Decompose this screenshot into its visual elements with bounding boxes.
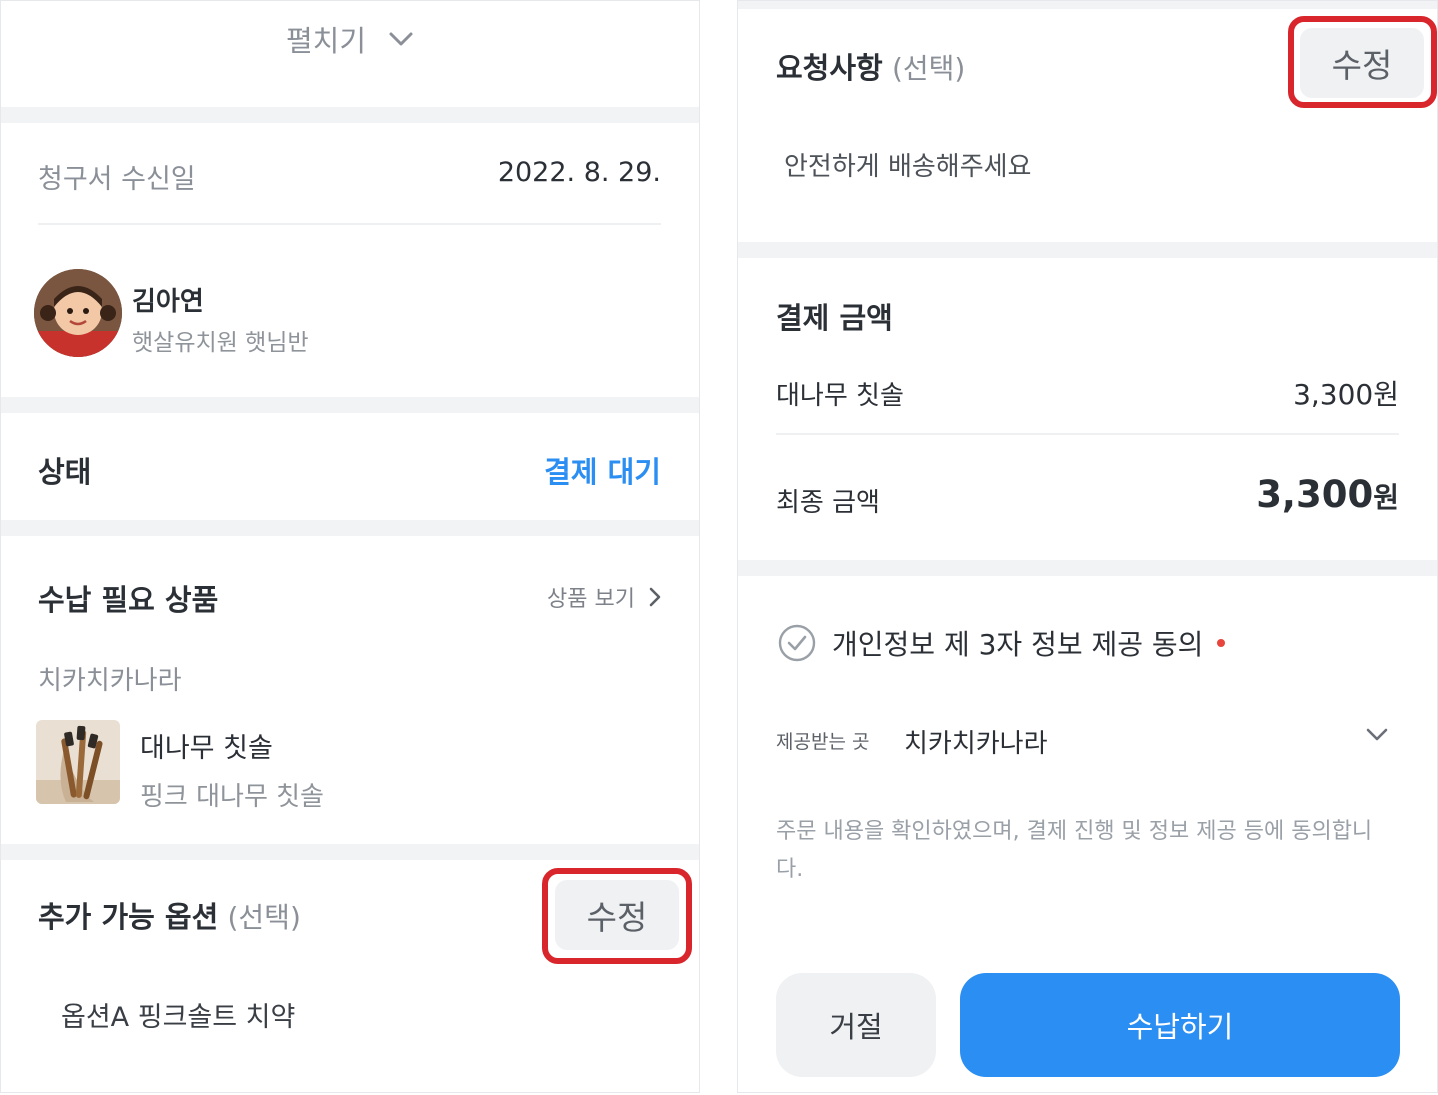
- final-amount: 3,300원: [1256, 473, 1399, 516]
- divider: [776, 433, 1399, 435]
- required-dot: [1217, 639, 1226, 647]
- section-gap: [738, 242, 1437, 258]
- request-optional-tag: (선택): [891, 52, 966, 85]
- product-option: 핑크 대나무 칫솔: [140, 782, 324, 812]
- payment-title: 결제 금액: [776, 301, 893, 335]
- recipient-value: 치카치카나라: [904, 729, 1048, 759]
- student-name: 김아연: [132, 287, 204, 317]
- avatar: [34, 269, 122, 357]
- request-title-text: 요청사항: [776, 51, 883, 85]
- section-gap: [1, 107, 699, 123]
- options-title-text: 추가 가능 옵션: [38, 900, 219, 934]
- section-gap: [738, 560, 1437, 576]
- request-title: 요청사항 (선택): [776, 45, 965, 87]
- options-optional-tag: (선택): [227, 901, 301, 934]
- consent-title: 개인정보 제 3자 정보 제공 동의: [832, 628, 1204, 661]
- recipient-label: 제공받는 곳: [776, 731, 870, 753]
- consent-toggle[interactable]: 개인정보 제 3자 정보 제공 동의: [778, 623, 1226, 663]
- product-name: 대나무 칫솔: [140, 733, 273, 764]
- expand-toggle[interactable]: 펼치기: [1, 11, 699, 67]
- left-screen: 펼치기 청구서 수신일 2022. 8. 29. 김아연 햇살유치원 햇님반 상…: [0, 0, 700, 1093]
- selected-option: 옵션A 핑크솔트 치약: [61, 1002, 296, 1033]
- final-amount-value: 3,300: [1256, 473, 1374, 516]
- payment-item-label: 대나무 칫솔: [776, 381, 904, 411]
- consent-text: 주문 내용을 확인하였으며, 결제 진행 및 정보 제공 등에 동의합니다.: [776, 819, 1373, 882]
- invoice-date-value: 2022. 8. 29.: [497, 157, 661, 188]
- final-amount-label: 최종 금액: [776, 488, 880, 518]
- chevron-down-icon: [1365, 727, 1389, 743]
- chevron-right-icon: [649, 587, 661, 607]
- right-screen: 요청사항 (선택) 수정 안전하게 배송해주세요 결제 금액 대나무 칫솔 3,…: [737, 0, 1438, 1093]
- recipient-select[interactable]: 제공받는 곳 치카치카나라: [776, 719, 1399, 769]
- options-title: 추가 가능 옵션 (선택): [38, 894, 301, 936]
- request-edit-highlight: [1288, 16, 1437, 108]
- request-text: 안전하게 배송해주세요: [784, 152, 1032, 182]
- options-edit-highlight: [542, 868, 692, 964]
- payment-item-price: 3,300원: [1293, 378, 1399, 411]
- view-products-link[interactable]: 상품 보기: [547, 581, 661, 613]
- vendor-name: 치카치카나라: [38, 666, 182, 696]
- view-products-label: 상품 보기: [547, 587, 635, 612]
- status-value: 결제 대기: [544, 455, 661, 489]
- products-title: 수납 필요 상품: [38, 583, 219, 617]
- product-thumbnail: [36, 720, 120, 804]
- section-gap: [1, 397, 699, 413]
- section-gap: [1, 844, 699, 860]
- student-class: 햇살유치원 햇님반: [132, 330, 309, 356]
- section-gap: [738, 1, 1437, 9]
- status-label: 상태: [38, 455, 92, 489]
- final-amount-unit: 원: [1373, 481, 1399, 514]
- divider: [38, 223, 661, 225]
- check-circle-icon[interactable]: [778, 624, 816, 662]
- section-gap: [1, 520, 699, 536]
- reject-button[interactable]: 거절: [776, 973, 936, 1077]
- pay-button[interactable]: 수납하기: [960, 973, 1400, 1077]
- expand-label: 펼치기: [285, 24, 367, 58]
- chevron-down-icon: [388, 30, 414, 48]
- invoice-date-label: 청구서 수신일: [38, 164, 196, 195]
